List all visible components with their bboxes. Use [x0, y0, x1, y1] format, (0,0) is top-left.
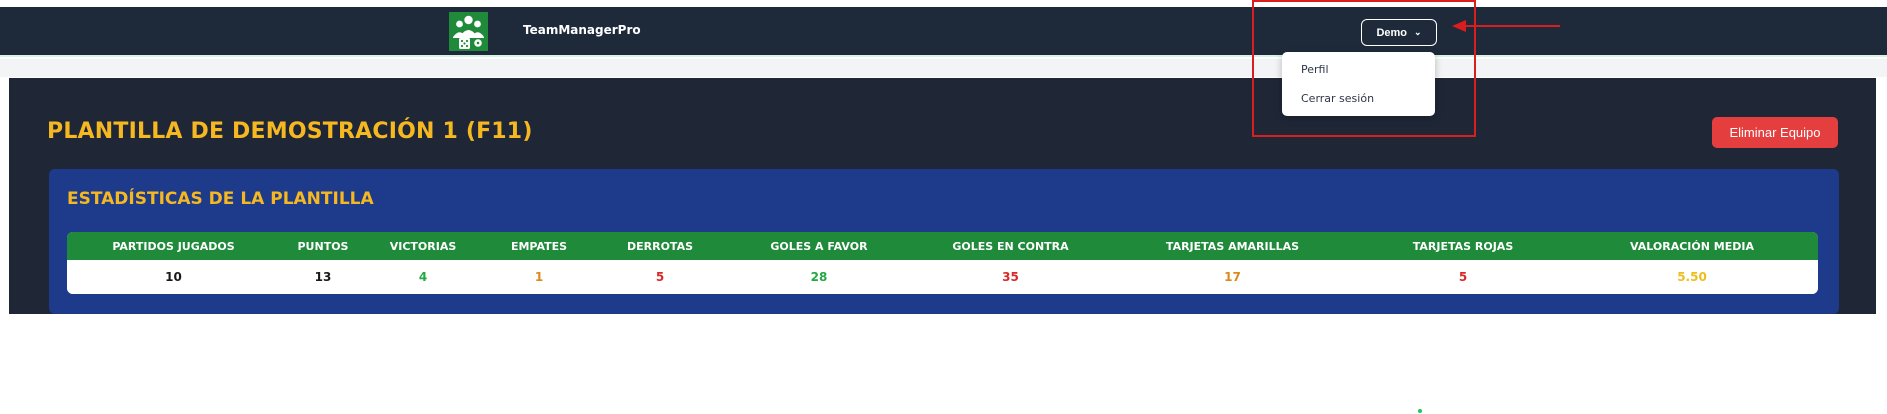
- delete-team-button[interactable]: Eliminar Equipo: [1712, 117, 1838, 148]
- user-menu-button[interactable]: Demo ⌄: [1361, 19, 1437, 46]
- stats-header-cell: VALORACIÓN MEDIA: [1566, 232, 1818, 260]
- team-logo-icon[interactable]: [449, 12, 488, 51]
- stats-value-wins: 4: [366, 260, 480, 294]
- menu-item-profile[interactable]: Perfil: [1301, 63, 1329, 76]
- page-title: PLANTILLA DE DEMOSTRACIÓN 1 (F11): [47, 119, 533, 144]
- stats-value-goals-for: 28: [722, 260, 916, 294]
- stats-value-yellow-cards: 17: [1105, 260, 1360, 294]
- status-dot: [1418, 409, 1422, 413]
- stats-table: PARTIDOS JUGADOS PUNTOS VICTORIAS EMPATE…: [67, 232, 1818, 294]
- stats-title: ESTADÍSTICAS DE LA PLANTILLA: [67, 189, 374, 209]
- stats-header-cell: TARJETAS ROJAS: [1360, 232, 1566, 260]
- stats-value-avg-rating: 5.50: [1566, 260, 1818, 294]
- stats-value-red-cards: 5: [1360, 260, 1566, 294]
- stats-header-cell: DERROTAS: [598, 232, 722, 260]
- team-page: PLANTILLA DE DEMOSTRACIÓN 1 (F11) Elimin…: [9, 78, 1876, 314]
- stats-header-cell: PUNTOS: [280, 232, 366, 260]
- top-navbar: TeamManagerPro Demo ⌄: [0, 7, 1887, 57]
- stats-header-cell: TARJETAS AMARILLAS: [1105, 232, 1360, 260]
- stats-header-cell: PARTIDOS JUGADOS: [67, 232, 280, 260]
- menu-item-logout[interactable]: Cerrar sesión: [1301, 92, 1374, 105]
- stats-header-cell: EMPATES: [480, 232, 598, 260]
- stats-header-cell: GOLES A FAVOR: [722, 232, 916, 260]
- stats-value-draws: 1: [480, 260, 598, 294]
- user-menu-label: Demo: [1376, 26, 1407, 39]
- user-dropdown-menu: Perfil Cerrar sesión: [1282, 52, 1435, 116]
- stats-value-losses: 5: [598, 260, 722, 294]
- stats-value-points: 13: [280, 260, 366, 294]
- squad-stats-panel: ESTADÍSTICAS DE LA PLANTILLA PARTIDOS JU…: [49, 169, 1839, 314]
- stats-header-row: PARTIDOS JUGADOS PUNTOS VICTORIAS EMPATE…: [67, 232, 1818, 260]
- page-separator: [0, 59, 1887, 77]
- chevron-down-icon: ⌄: [1414, 27, 1422, 37]
- stats-header-cell: GOLES EN CONTRA: [916, 232, 1105, 260]
- app-brand-name[interactable]: TeamManagerPro: [523, 23, 641, 37]
- stats-value-row: 10 13 4 1 5 28 35 17 5 5.50: [67, 260, 1818, 294]
- stats-value-goals-against: 35: [916, 260, 1105, 294]
- stats-header-cell: VICTORIAS: [366, 232, 480, 260]
- stats-value-matches: 10: [67, 260, 280, 294]
